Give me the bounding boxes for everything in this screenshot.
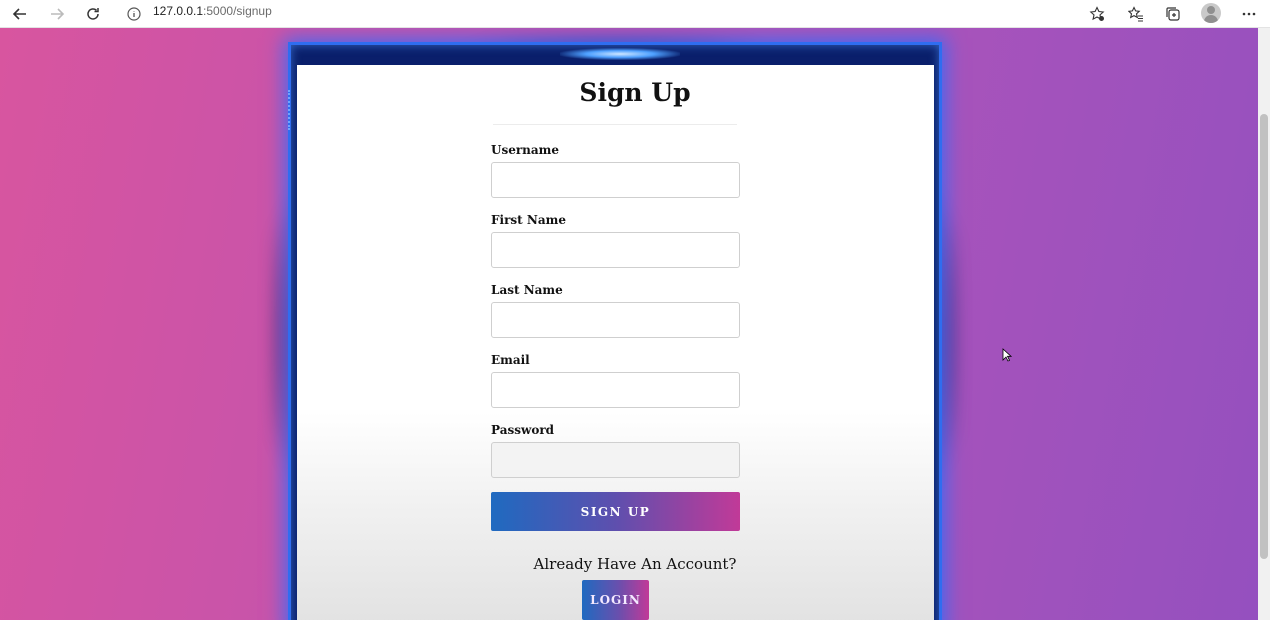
page-scrollbar[interactable]	[1258, 28, 1270, 620]
username-label: Username	[491, 143, 560, 157]
frame-top-light	[560, 48, 680, 60]
sign-up-button[interactable]: SIGN UP	[491, 492, 740, 531]
profile-avatar-icon[interactable]	[1201, 3, 1221, 23]
title-divider	[493, 124, 737, 125]
first-name-input[interactable]	[491, 232, 740, 268]
address-bar[interactable]: 127.0.0.1:5000/signup	[153, 4, 272, 18]
mouse-cursor-icon	[1002, 348, 1012, 362]
forward-arrow-icon[interactable]	[45, 2, 69, 26]
email-label: Email	[491, 353, 530, 367]
first-name-label: First Name	[491, 213, 566, 227]
refresh-icon[interactable]	[81, 2, 105, 26]
password-label: Password	[491, 423, 555, 437]
last-name-label: Last Name	[491, 283, 563, 297]
collections-icon[interactable]	[1161, 2, 1185, 26]
browser-toolbar: 127.0.0.1:5000/signup	[0, 0, 1270, 28]
url-host: 127.0.0.1	[153, 4, 204, 18]
email-input[interactable]	[491, 372, 740, 408]
page-viewport: Sign Up Username First Name Last Name Em…	[0, 28, 1270, 620]
username-input[interactable]	[491, 162, 740, 198]
back-arrow-icon[interactable]	[8, 2, 32, 26]
signup-card	[297, 65, 934, 620]
more-icon[interactable]	[1237, 2, 1261, 26]
page-title: Sign Up	[579, 78, 691, 107]
scrollbar-thumb[interactable]	[1260, 114, 1268, 559]
favorites-icon[interactable]	[1124, 2, 1148, 26]
password-input[interactable]	[491, 442, 740, 478]
info-icon[interactable]	[122, 2, 146, 26]
add-favorite-icon[interactable]	[1085, 2, 1109, 26]
login-button[interactable]: LOGIN	[582, 580, 649, 620]
last-name-input[interactable]	[491, 302, 740, 338]
url-path: :5000/signup	[203, 4, 272, 18]
avatar-body	[1204, 15, 1218, 23]
avatar-head	[1207, 6, 1215, 14]
already-have-account-text: Already Have An Account?	[533, 555, 737, 573]
